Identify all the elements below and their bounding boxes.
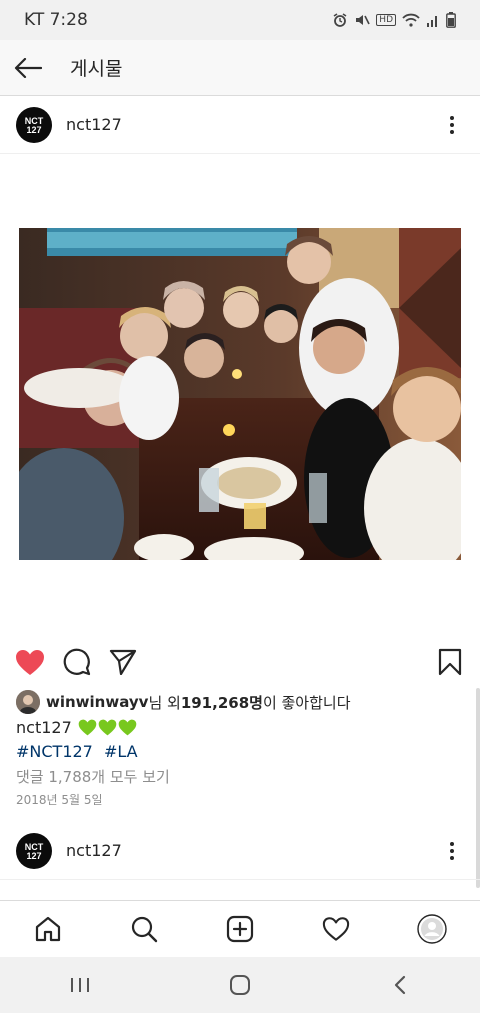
more-options-button[interactable] xyxy=(440,839,464,863)
hashtag-link[interactable]: #NCT127 xyxy=(16,742,93,761)
more-options-button[interactable] xyxy=(440,113,464,137)
search-icon xyxy=(131,916,158,943)
nav-new-post[interactable] xyxy=(216,905,264,953)
post-date: 2018년 5월 5일 xyxy=(16,793,103,807)
liker-avatar xyxy=(16,690,40,714)
likes-suffix: 이 좋아합니다 xyxy=(262,693,351,712)
wifi-icon xyxy=(402,13,420,27)
post-username[interactable]: nct127 xyxy=(66,115,440,134)
add-post-icon xyxy=(226,915,254,943)
likes-summary[interactable]: winwinwayv 님 외 191,268명 이 좋아합니다 xyxy=(16,688,351,716)
green-heart-icon xyxy=(98,719,117,736)
hd-badge: HD xyxy=(376,14,396,26)
more-vertical-icon xyxy=(450,841,454,860)
nav-home[interactable] xyxy=(24,905,72,953)
likes-count[interactable]: 191,268명 xyxy=(181,692,263,713)
mute-icon xyxy=(356,15,371,25)
top-app-bar: 게시물 xyxy=(0,40,480,96)
svg-text:127: 127 xyxy=(26,125,41,135)
next-post-header: NCT 127 nct127 xyxy=(0,822,480,880)
save-button[interactable] xyxy=(434,646,466,678)
likes-mid-text: 님 외 xyxy=(148,693,181,712)
view-all-comments-link[interactable]: 댓글 1,788개 모두 보기 xyxy=(16,766,170,787)
back-button[interactable] xyxy=(0,40,56,96)
avatar[interactable]: NCT 127 xyxy=(16,832,52,869)
carrier-time: KT 7:28 xyxy=(24,10,88,30)
home-circle-icon xyxy=(230,975,250,995)
heart-filled-icon xyxy=(16,649,44,675)
post-actions xyxy=(0,640,480,684)
nct127-logo: NCT 127 xyxy=(25,116,44,135)
comment-button[interactable] xyxy=(61,646,93,678)
page-title: 게시물 xyxy=(70,58,123,80)
green-hearts xyxy=(78,719,137,736)
comment-bubble-icon xyxy=(63,648,91,676)
share-button[interactable] xyxy=(107,646,139,678)
chevron-left-icon xyxy=(394,975,406,995)
nav-profile[interactable] xyxy=(408,905,456,953)
heart-outline-icon xyxy=(322,917,350,941)
more-vertical-icon xyxy=(450,115,454,134)
send-icon xyxy=(109,649,137,675)
system-navigation-bar xyxy=(0,957,480,1013)
nav-search[interactable] xyxy=(120,905,168,953)
status-icons: HD xyxy=(332,12,456,28)
green-heart-icon xyxy=(118,719,137,736)
post-media[interactable] xyxy=(0,155,480,635)
caption-username[interactable]: nct127 xyxy=(16,718,72,737)
bookmark-icon xyxy=(438,648,462,676)
recent-apps-icon xyxy=(71,978,89,992)
home-icon xyxy=(35,916,61,942)
post-header: NCT 127 nct127 xyxy=(0,96,480,154)
hashtags: #NCT127 #LA xyxy=(16,742,144,761)
like-button[interactable] xyxy=(14,646,46,678)
post-username[interactable]: nct127 xyxy=(66,841,440,860)
post-caption: nct127 xyxy=(16,718,137,737)
battery-icon xyxy=(446,12,456,28)
back-system-button[interactable] xyxy=(370,961,430,1009)
status-bar: KT 7:28 HD xyxy=(0,0,480,40)
signal-icon xyxy=(427,16,437,27)
avatar[interactable]: NCT 127 xyxy=(16,106,52,143)
profile-avatar-icon xyxy=(417,914,447,944)
liker-username[interactable]: winwinwayv xyxy=(46,693,148,711)
group-photo xyxy=(19,228,461,560)
recent-apps-button[interactable] xyxy=(50,961,110,1009)
nct127-logo: NCT 127 xyxy=(25,842,44,861)
alarm-icon xyxy=(333,13,347,27)
home-system-button[interactable] xyxy=(210,961,270,1009)
nav-activity[interactable] xyxy=(312,905,360,953)
green-heart-icon xyxy=(78,719,97,736)
hashtag-link[interactable]: #LA xyxy=(104,742,138,761)
svg-text:127: 127 xyxy=(26,851,41,861)
bottom-navigation xyxy=(0,900,480,957)
back-arrow-icon xyxy=(14,57,42,78)
